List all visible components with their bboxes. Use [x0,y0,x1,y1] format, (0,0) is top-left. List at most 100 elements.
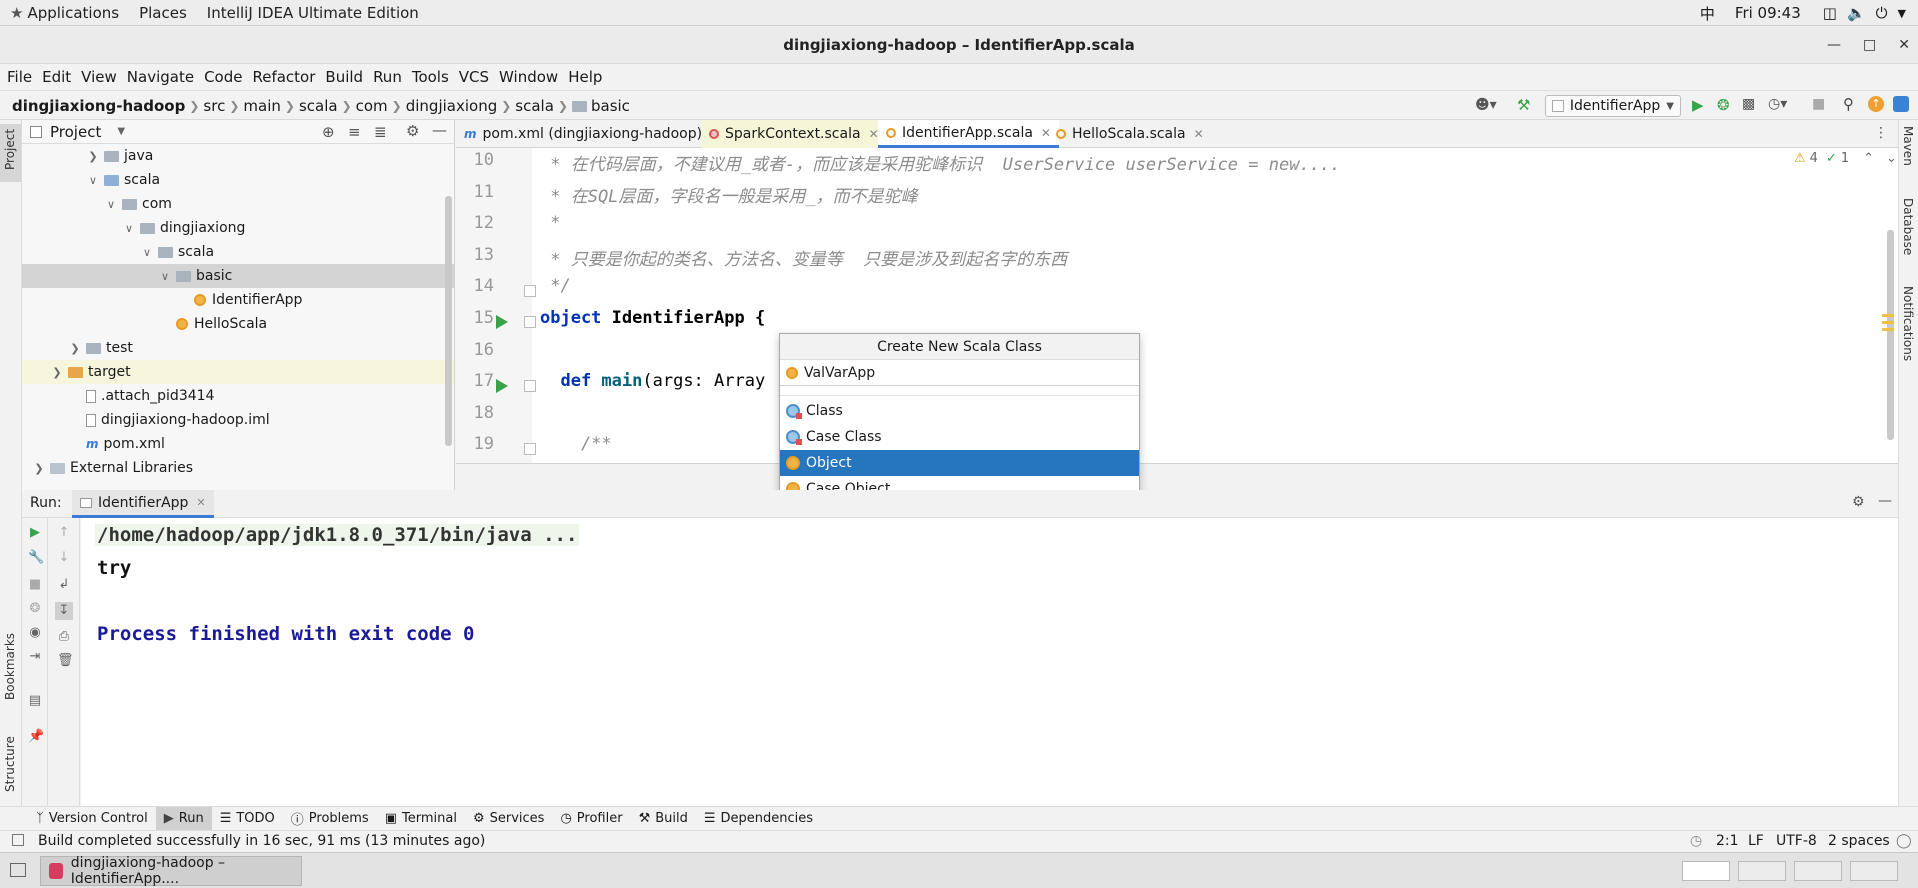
hide-panel-icon[interactable]: — [1878,493,1892,509]
notifications-tool-button[interactable]: Notifications [1899,286,1918,386]
tool-problems[interactable]: ⓘ Problems [283,807,377,831]
menu-view[interactable]: View [76,64,122,90]
breadcrumb-com[interactable]: com [356,97,388,115]
chevron-right-icon[interactable]: ❯ [68,342,82,355]
chevron-down-icon[interactable]: ▼ [1898,7,1906,20]
menu-file[interactable]: File [2,64,37,90]
run-gutter-icon[interactable] [496,379,508,393]
project-view-select[interactable]: Project [50,123,101,141]
menu-window[interactable]: Window [494,64,563,90]
tool-build[interactable]: ⚒ Build [631,807,696,831]
clock[interactable]: Fri 09:43 [1735,4,1801,22]
tree-item[interactable]: ❯ java [22,144,454,168]
menu-run[interactable]: Run [368,64,407,90]
lock-icon[interactable]: ◯ [1896,833,1912,849]
indent-setting[interactable]: 2 spaces [1828,833,1890,849]
tree-item[interactable]: ❯ target [22,360,454,384]
breadcrumb-project[interactable]: dingjiaxiong-hadoop [12,97,185,115]
locate-icon[interactable]: ⊕ [322,123,335,141]
run-gutter-icon[interactable] [496,315,508,329]
search-icon[interactable]: ⚲ [1843,95,1854,113]
database-tool-button[interactable]: Database [1899,198,1918,268]
run-console[interactable]: /home/hadoop/app/jdk1.8.0_371/bin/java .… [81,518,1898,806]
run-tab-identifierapp[interactable]: IdentifierApp ✕ [72,490,214,518]
error-stripe-marker[interactable] [1882,328,1894,331]
fold-marker[interactable] [524,316,536,328]
stop-icon[interactable]: ■ [28,578,42,592]
volume-icon[interactable]: 🔈 [1847,4,1866,22]
maven-tool-button[interactable]: Maven [1899,126,1918,176]
tree-item[interactable]: ∨ basic [22,264,454,288]
places-menu[interactable]: Places [129,0,197,26]
file-encoding[interactable]: UTF-8 [1776,833,1817,849]
chevron-right-icon[interactable]: ❯ [32,462,46,475]
soft-wrap-icon[interactable]: ↲ [57,578,71,592]
chevron-right-icon[interactable]: ❯ [50,366,64,379]
hide-panel-icon[interactable]: — [432,121,447,139]
applications-menu[interactable]: ★ Applications [0,0,129,26]
close-icon[interactable]: ✕ [196,496,205,509]
tree-item[interactable]: ∨ scala [22,168,454,192]
tree-item[interactable]: ∨ com [22,192,454,216]
user-icon[interactable]: ☻▾ [1475,97,1497,113]
workspace-1[interactable] [1682,861,1730,881]
close-icon[interactable]: ✕ [1898,37,1910,53]
scroll-to-end-icon[interactable]: ↧ [55,602,73,620]
editor-scrollbar[interactable] [1887,230,1894,440]
breadcrumb-dingjiaxiong[interactable]: dingjiaxiong [406,97,498,115]
layout-icon[interactable]: ▤ [28,694,42,708]
menu-refactor[interactable]: Refactor [247,64,320,90]
workspace-3[interactable] [1794,861,1842,881]
stop-icon[interactable]: ■ [1812,96,1825,112]
breadcrumb-scala[interactable]: scala [299,97,338,115]
camera-icon[interactable]: ◉ [28,626,42,640]
chevron-down-icon[interactable]: ▼ [117,126,125,137]
menu-edit[interactable]: Edit [37,64,76,90]
run-configuration-select[interactable]: IdentifierApp ▼ [1545,95,1681,117]
pin-icon[interactable]: 📌 [28,730,44,744]
tool-terminal[interactable]: ▣ Terminal [377,807,465,831]
tool-services[interactable]: ⚙ Services [465,807,552,831]
tab-helloscala[interactable]: HelloScala.scala ✕ [1048,120,1212,148]
power-icon[interactable]: ⏻ [1876,4,1888,22]
menu-tools[interactable]: Tools [407,64,454,90]
error-stripe-marker[interactable] [1882,321,1894,324]
breadcrumb-scala-pkg[interactable]: scala [515,97,554,115]
network-icon[interactable]: ◫ [1823,4,1837,22]
chevron-down-icon[interactable]: ∨ [122,222,136,235]
tab-sparkcontext[interactable]: SparkContext.scala ✕ [701,120,887,148]
tree-item[interactable]: ∨ dingjiaxiong [22,216,454,240]
print-icon[interactable]: ⎙ [57,630,71,644]
coverage-icon[interactable]: ▩ [1742,96,1755,112]
structure-tool-button[interactable]: Structure [0,720,21,800]
profile-icon[interactable]: ◷▾ [1768,96,1787,112]
arrow-down-icon[interactable]: ↓ [57,551,71,565]
tab-identifierapp[interactable]: IdentifierApp.scala ✕ [878,120,1059,148]
active-app-menu[interactable]: IntelliJ IDEA Ultimate Edition [197,0,429,26]
breadcrumb-src[interactable]: src [203,97,225,115]
class-kind-option[interactable]: Case Class [780,424,1139,450]
tree-item[interactable]: ❯ External Libraries [22,456,454,480]
caret-position[interactable]: 2:1 [1716,833,1739,849]
tool-run[interactable]: ▶ Run [155,806,212,831]
minimize-icon[interactable]: — [1827,37,1841,53]
gear-icon[interactable]: ⚙ [406,122,419,140]
class-kind-option[interactable]: Class [780,398,1139,424]
more-tabs-icon[interactable]: ⋮ [1874,125,1888,141]
menu-help[interactable]: Help [563,64,607,90]
chevron-down-icon[interactable]: ⌄ [1886,151,1897,166]
menu-build[interactable]: Build [320,64,368,90]
tree-item[interactable]: dingjiaxiong-hadoop.iml [22,408,454,432]
debug-icon[interactable]: ❂ [28,602,42,616]
collapse-all-icon[interactable]: ≣ [374,123,387,141]
menu-navigate[interactable]: Navigate [122,64,199,90]
tool-version-control[interactable]: ᛉ Version Control [28,807,156,831]
class-kind-option[interactable]: Object [780,450,1139,476]
chevron-down-icon[interactable]: ∨ [86,174,100,187]
input-method-indicator[interactable]: 中 [1700,3,1715,24]
menu-code[interactable]: Code [199,64,247,90]
tree-item[interactable]: HelloScala [22,312,454,336]
fold-marker[interactable] [524,285,536,297]
menu-vcs[interactable]: VCS [454,64,494,90]
jetbrains-icon[interactable] [1893,96,1909,112]
